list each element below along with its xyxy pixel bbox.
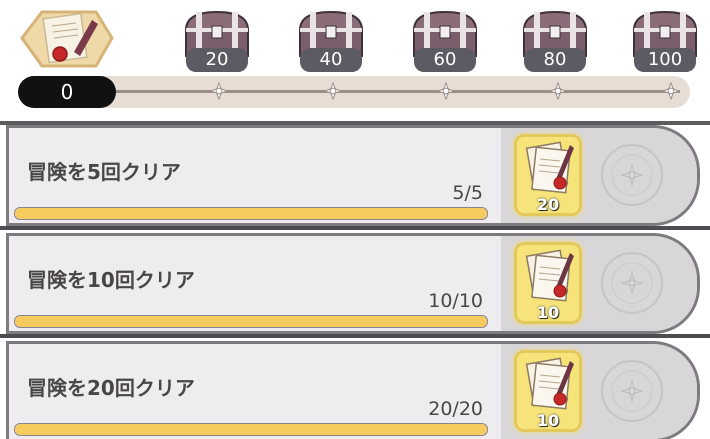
milestone-chest-60[interactable]: 60 — [406, 8, 484, 72]
mission-progress-count: 5/5 — [452, 182, 483, 204]
milestone-marker — [323, 81, 343, 101]
row-divider — [0, 334, 710, 338]
current-points: 0 — [18, 76, 116, 108]
track-line — [110, 90, 680, 93]
mission-row[interactable]: 冒険を5回クリア 5/5 20 — [9, 128, 697, 223]
claim-emblem-icon[interactable] — [597, 246, 667, 320]
reward-item[interactable]: 10 — [514, 350, 582, 432]
chest-points-label: 100 — [634, 48, 696, 72]
milestone-chest-100[interactable]: 100 — [626, 8, 704, 72]
mission-row[interactable]: 冒険を20回クリア 20/20 10 — [9, 344, 697, 439]
milestone-marker — [209, 81, 229, 101]
scroll-letter-icon — [525, 357, 574, 410]
mission-progress-fill — [15, 316, 487, 327]
reward-quantity: 10 — [536, 303, 560, 322]
mission-progress-bar — [14, 207, 488, 220]
claim-emblem-icon[interactable] — [597, 354, 667, 428]
mission-title: 冒険を20回クリア — [27, 376, 195, 400]
row-divider — [0, 226, 710, 230]
mission-progress-fill — [15, 424, 487, 435]
reward-quantity: 20 — [536, 195, 560, 214]
milestone-chest-80[interactable]: 80 — [516, 8, 594, 72]
mission-title: 冒険を5回クリア — [27, 160, 181, 184]
mission-progress-count: 10/10 — [428, 290, 483, 312]
mission-progress-fill — [15, 208, 487, 219]
chest-points-label: 20 — [186, 48, 248, 72]
mission-title: 冒険を10回クリア — [27, 268, 195, 292]
scroll-letter-icon — [525, 141, 574, 194]
chest-points-label: 40 — [300, 48, 362, 72]
milestone-chest-20[interactable]: 20 — [178, 8, 256, 72]
reward-item[interactable]: 10 — [514, 242, 582, 324]
mission-progress-bar — [14, 423, 488, 436]
milestone-marker — [436, 81, 456, 101]
milestone-marker — [548, 81, 568, 101]
milestone-marker — [661, 81, 681, 101]
mission-row[interactable]: 冒険を10回クリア 10/10 10 — [9, 236, 697, 331]
claim-emblem-icon[interactable] — [597, 138, 667, 212]
scroll-letter-icon — [525, 249, 574, 302]
reward-item[interactable]: 20 — [514, 134, 582, 216]
milestone-track: 0 20 40 60 80 100 — [0, 0, 710, 122]
chest-points-label: 80 — [524, 48, 586, 72]
chest-points-label: 60 — [414, 48, 476, 72]
section-divider — [0, 121, 710, 125]
milestone-chest-40[interactable]: 40 — [292, 8, 370, 72]
mission-progress-count: 20/20 — [428, 398, 483, 420]
mission-progress-bar — [14, 315, 488, 328]
scroll-emblem-icon — [12, 8, 116, 68]
reward-quantity: 10 — [536, 411, 560, 430]
